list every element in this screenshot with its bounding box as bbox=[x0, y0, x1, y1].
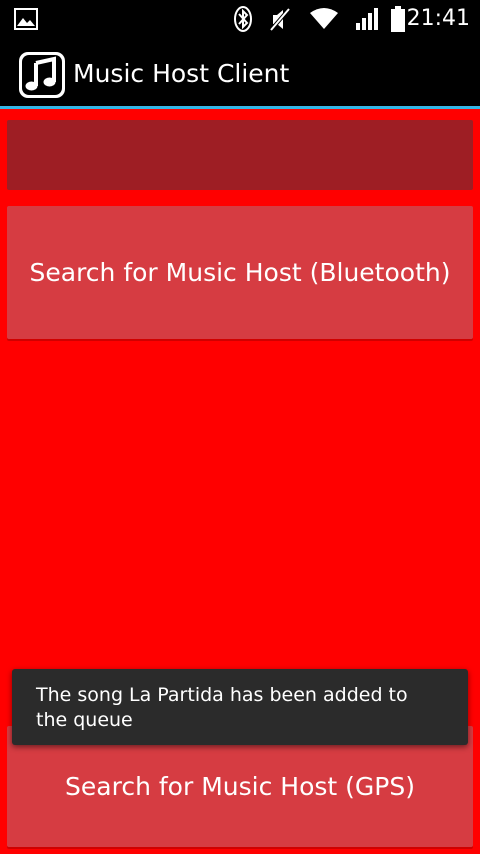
status-bar: 21:41 bbox=[0, 0, 480, 38]
toast-text: The song La Partida has been added to th… bbox=[36, 684, 408, 731]
battery-icon bbox=[390, 0, 406, 38]
app-title: Music Host Client bbox=[73, 59, 290, 88]
bluetooth-icon bbox=[233, 0, 253, 38]
header-box bbox=[7, 120, 473, 190]
signal-icon bbox=[355, 0, 381, 38]
action-bar: Music Host Client bbox=[0, 38, 480, 106]
toast-message: The song La Partida has been added to th… bbox=[12, 669, 468, 745]
image-icon bbox=[14, 0, 38, 38]
wifi-icon bbox=[309, 0, 339, 38]
status-time: 21:41 bbox=[406, 6, 470, 31]
search-bluetooth-button[interactable]: Search for Music Host (Bluetooth) bbox=[7, 206, 473, 339]
music-note-icon bbox=[19, 52, 65, 98]
mute-icon bbox=[268, 0, 292, 38]
